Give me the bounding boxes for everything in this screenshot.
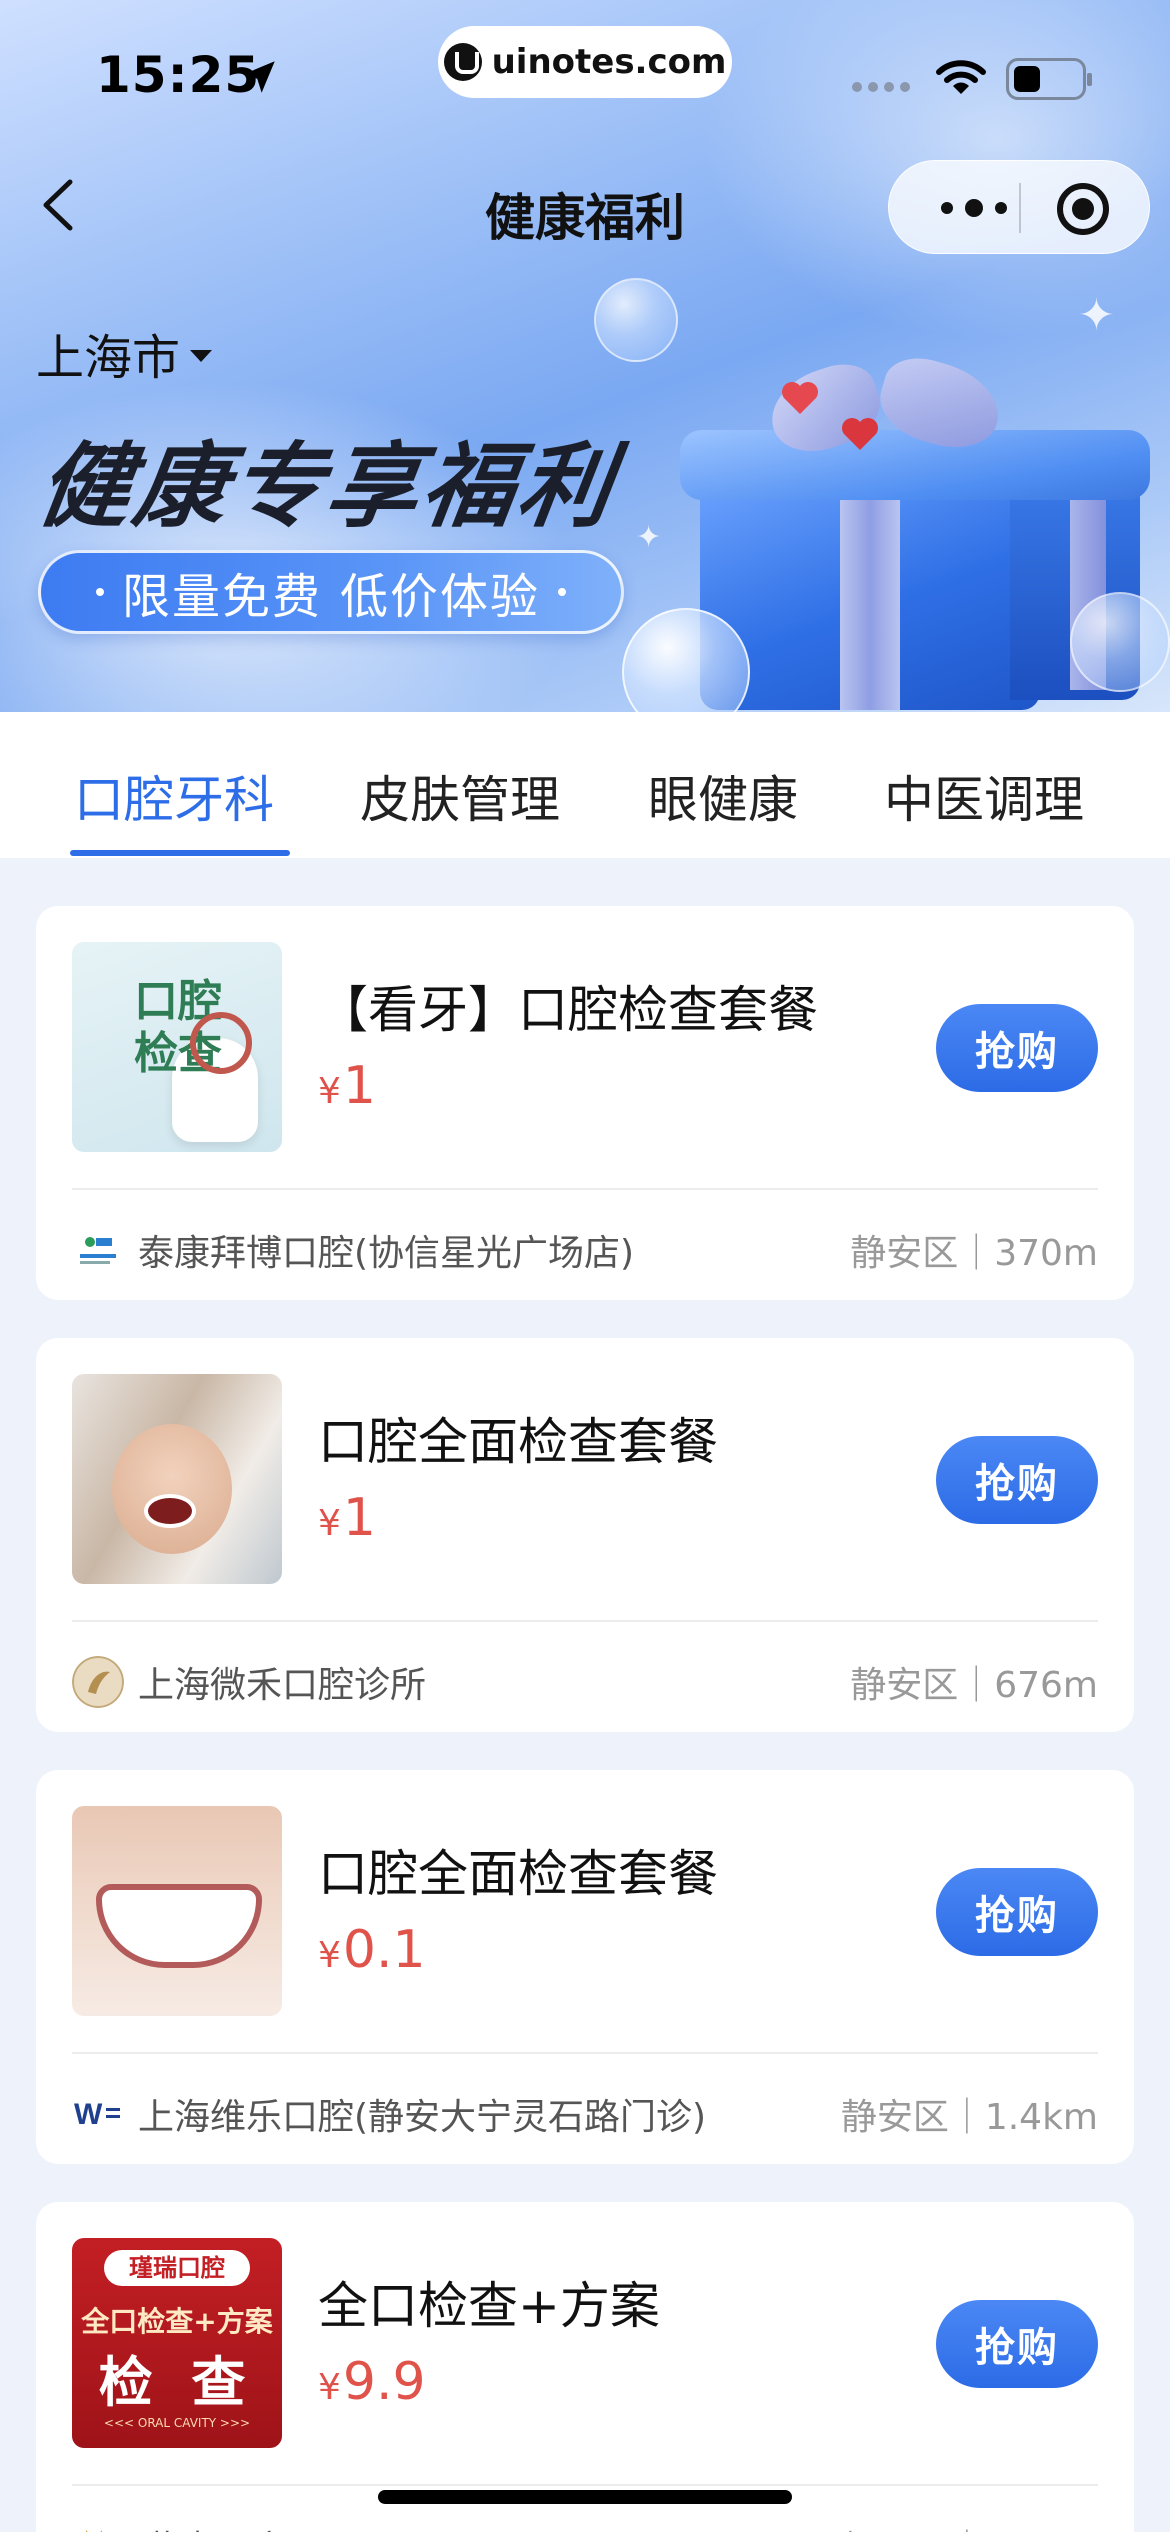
store-distance: 静安区｜676m xyxy=(850,1665,1098,1706)
target-icon[interactable] xyxy=(1057,183,1109,235)
url-pill: uinotes.com xyxy=(438,26,732,98)
store-logo-icon xyxy=(78,1232,118,1268)
sparkle-icon: ✦ xyxy=(1078,290,1115,341)
sparkle-icon: ✦ xyxy=(636,520,662,555)
banner-tagline: 限量免费 低价体验 xyxy=(38,550,624,634)
tagline-right: 低价体验 xyxy=(340,569,541,625)
tab-eye[interactable]: 眼健康 xyxy=(648,760,798,832)
url-text: uinotes.com xyxy=(491,42,727,82)
tab-skin[interactable]: 皮肤管理 xyxy=(360,760,560,832)
store-name: 泰康拜博口腔(协信星光广场店) xyxy=(138,1233,635,1274)
product-thumbnail: 瑾瑞口腔 全口检查+方案 检 查 <<< ORAL CAVITY >>> xyxy=(72,2238,282,2448)
tagline-left: 限量免费 xyxy=(121,569,322,625)
store-logo-icon xyxy=(72,1656,124,1708)
city-label: 上海市 xyxy=(36,330,181,386)
product-title: 全口检查+方案 xyxy=(318,2277,660,2335)
svg-text:W: W xyxy=(74,2098,103,2131)
product-price: ¥1 xyxy=(318,1488,376,1548)
more-icon[interactable] xyxy=(929,187,1019,229)
city-selector[interactable]: 上海市 xyxy=(36,318,213,388)
uinotes-logo-icon xyxy=(443,43,482,81)
signal-icon xyxy=(852,82,910,92)
product-thumbnail xyxy=(72,1806,282,2016)
product-price: ¥9.9 xyxy=(318,2352,426,2412)
store-logo-icon: W xyxy=(74,2098,120,2131)
tab-dental[interactable]: 口腔牙科 xyxy=(74,760,274,832)
buy-button[interactable]: 抢购 xyxy=(936,1868,1098,1956)
hero-banner: ✦ ✦ 15:25 uinotes.com 健康福利 上海市 健康专享福利 限量… xyxy=(0,0,1170,712)
product-price: ¥1 xyxy=(318,1056,376,1116)
store-logo-icon xyxy=(86,2530,102,2532)
status-time: 15:25 xyxy=(96,46,261,104)
store-name: 上海维乐口腔(静安大宁灵石路门诊) xyxy=(138,2097,707,2138)
active-tab-indicator xyxy=(70,850,290,856)
product-card[interactable]: 口腔 检查 【看牙】口腔检查套餐 ¥1 抢购 泰康拜博口腔(协信星光广场店) 静安… xyxy=(36,906,1134,1300)
buy-button[interactable]: 抢购 xyxy=(936,1004,1098,1092)
buy-button[interactable]: 抢购 xyxy=(936,2300,1098,2388)
mini-program-capsule xyxy=(888,160,1150,254)
product-price: ¥0.1 xyxy=(318,1920,426,1980)
product-title: 口腔全面检查套餐 xyxy=(318,1413,718,1471)
store-name: 上海微禾口腔诊所 xyxy=(138,1665,427,1706)
store-name: 瑾瑞口腔 xyxy=(138,2520,282,2532)
wifi-icon xyxy=(936,60,986,94)
category-tabs: 口腔牙科 皮肤管理 眼健康 中医调理 xyxy=(0,712,1170,858)
tab-tcm[interactable]: 中医调理 xyxy=(884,760,1084,832)
home-indicator xyxy=(378,2490,792,2504)
product-card[interactable]: 瑾瑞口腔 全口检查+方案 检 查 <<< ORAL CAVITY >>> 全口检… xyxy=(36,2202,1134,2532)
bubble-decoration xyxy=(1070,592,1170,692)
product-card[interactable]: 口腔全面检查套餐 ¥1 抢购 上海微禾口腔诊所 静安区｜676m xyxy=(36,1338,1134,1732)
battery-icon xyxy=(1006,58,1092,100)
store-distance: 静安区｜1.4km xyxy=(840,2097,1098,2138)
bubble-decoration xyxy=(594,278,678,362)
product-thumbnail xyxy=(72,1374,282,1584)
caret-down-icon xyxy=(190,350,213,362)
store-distance: 虹口区｜1.9km xyxy=(841,2520,1098,2532)
product-card[interactable]: 口腔全面检查套餐 ¥0.1 抢购 W 上海维乐口腔(静安大宁灵石路门诊) 静安区… xyxy=(36,1770,1134,2164)
banner-headline: 健康专享福利 xyxy=(31,433,623,540)
store-distance: 静安区｜370m xyxy=(850,1233,1098,1274)
location-arrow-icon xyxy=(243,61,275,93)
buy-button[interactable]: 抢购 xyxy=(936,1436,1098,1524)
product-thumbnail: 口腔 检查 xyxy=(72,942,282,1152)
product-title: 口腔全面检查套餐 xyxy=(318,1845,718,1903)
product-title: 【看牙】口腔检查套餐 xyxy=(318,981,818,1039)
